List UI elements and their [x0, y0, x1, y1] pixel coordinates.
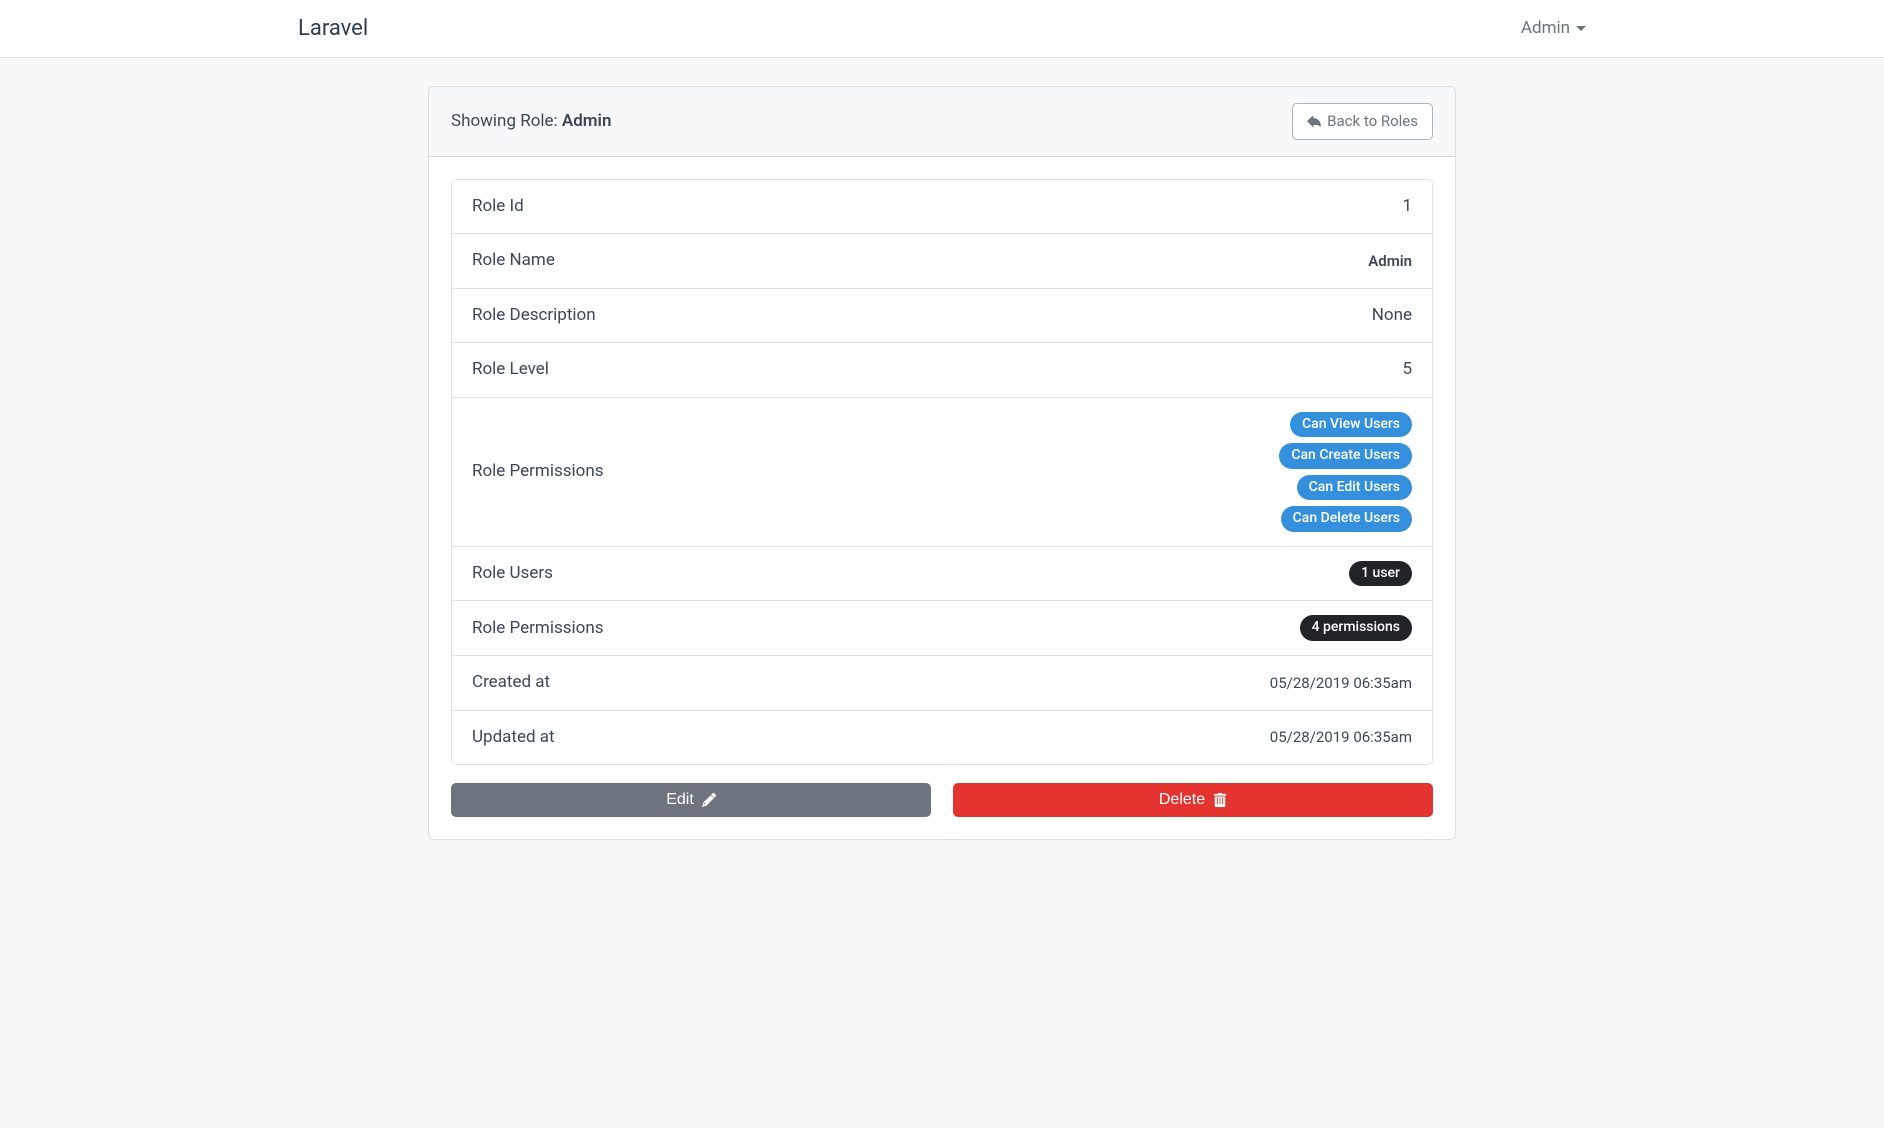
edit-button-label: Edit: [666, 791, 694, 809]
row-role-permissions-count: Role Permissions 4 permissions: [452, 601, 1432, 656]
user-dropdown[interactable]: Admin: [1521, 16, 1586, 42]
row-updated-at: Updated at 05/28/2019 06:35am: [452, 711, 1432, 765]
card-body: Role Id 1 Role Name Admin Role Descripti…: [429, 157, 1455, 840]
row-role-name: Role Name Admin: [452, 234, 1432, 289]
chevron-down-icon: [1576, 26, 1586, 31]
row-role-permissions: Role Permissions Can View Users Can Crea…: [452, 398, 1432, 547]
permission-badge: Can Edit Users: [1297, 475, 1412, 501]
back-to-roles-label: Back to Roles: [1327, 110, 1418, 133]
row-created-at: Created at 05/28/2019 06:35am: [452, 656, 1432, 711]
permission-badge: Can Delete Users: [1281, 506, 1412, 532]
row-value: Admin: [1368, 250, 1412, 273]
permission-badges: Can View Users Can Create Users Can Edit…: [1279, 412, 1412, 532]
card-header: Showing Role: Admin Back to Roles: [429, 87, 1455, 157]
row-label: Created at: [472, 670, 550, 696]
row-role-users: Role Users 1 user: [452, 547, 1432, 602]
row-label: Role Permissions: [472, 616, 604, 642]
edit-button[interactable]: Edit: [451, 783, 931, 817]
row-label: Role Level: [472, 357, 549, 383]
brand-link[interactable]: Laravel: [298, 12, 368, 45]
permission-badge: Can Create Users: [1279, 443, 1412, 469]
row-label: Updated at: [472, 725, 555, 751]
row-label: Role Id: [472, 194, 524, 220]
page-body: Showing Role: Admin Back to Roles Role I…: [0, 58, 1884, 1128]
reply-icon: [1307, 114, 1321, 128]
trash-icon: [1213, 793, 1227, 807]
permission-count-badge: 4 permissions: [1300, 615, 1412, 641]
row-label: Role Description: [472, 303, 596, 329]
delete-button[interactable]: Delete: [953, 783, 1433, 817]
row-role-id: Role Id 1: [452, 180, 1432, 235]
row-role-description: Role Description None: [452, 289, 1432, 344]
role-card: Showing Role: Admin Back to Roles Role I…: [428, 86, 1456, 840]
row-value: 1: [1402, 194, 1412, 220]
permission-badge: Can View Users: [1290, 412, 1412, 438]
title-role-name: Admin: [562, 111, 612, 131]
row-value: None: [1372, 303, 1412, 329]
row-label: Role Permissions: [472, 459, 604, 485]
row-label: Role Users: [472, 561, 553, 587]
pencil-icon: [702, 793, 716, 807]
user-count-badge: 1 user: [1349, 561, 1412, 587]
row-value: 05/28/2019 06:35am: [1270, 672, 1412, 695]
action-row: Edit Delete: [451, 783, 1433, 817]
user-dropdown-label: Admin: [1521, 16, 1570, 42]
row-value: 5: [1402, 357, 1412, 383]
delete-button-label: Delete: [1159, 791, 1205, 809]
row-value: 05/28/2019 06:35am: [1270, 726, 1412, 749]
details-list: Role Id 1 Role Name Admin Role Descripti…: [451, 179, 1433, 766]
title-prefix: Showing Role:: [451, 111, 562, 131]
row-label: Role Name: [472, 248, 555, 274]
navbar: Laravel Admin: [0, 0, 1884, 58]
row-role-level: Role Level 5: [452, 343, 1432, 398]
page-title: Showing Role: Admin: [451, 109, 611, 135]
back-to-roles-button[interactable]: Back to Roles: [1292, 103, 1433, 140]
